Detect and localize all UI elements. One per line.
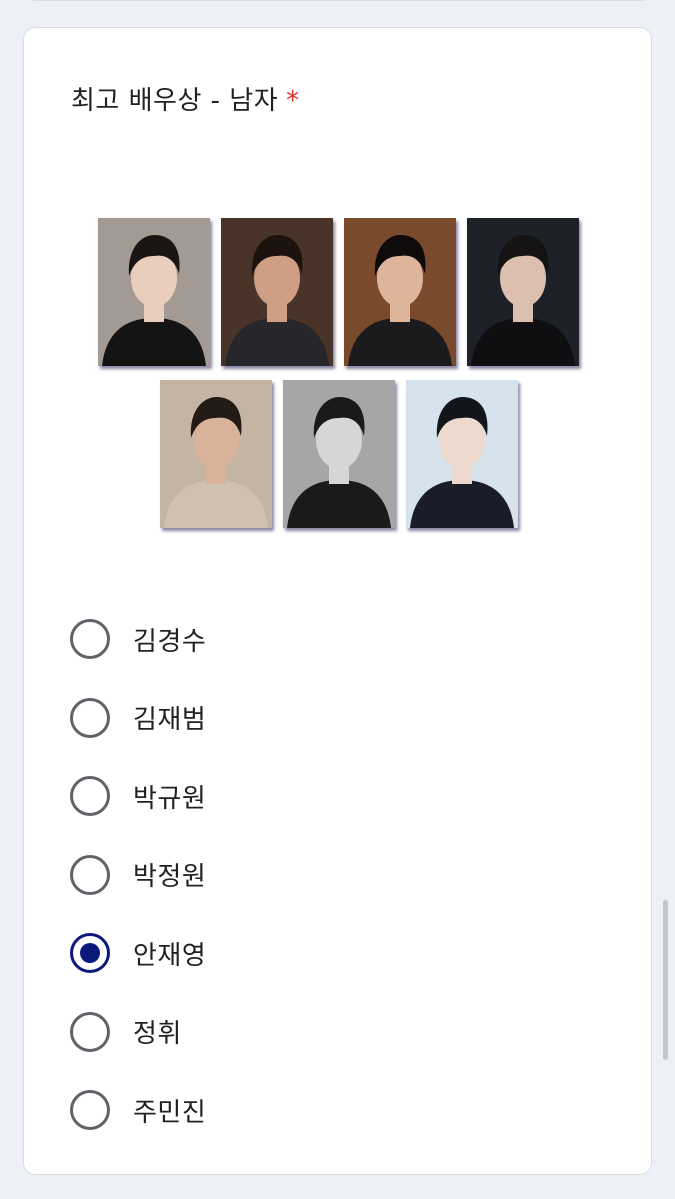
photo-row-top [24, 218, 653, 366]
radio-option-label[interactable]: 김경수 [133, 621, 206, 658]
question-title: 최고 배우상 - 남자 * [71, 80, 300, 117]
radio-option[interactable]: 주민진 [70, 1071, 206, 1150]
question-title-text: 최고 배우상 - 남자 [71, 86, 279, 116]
nominee-photo [159, 380, 272, 528]
question-card: 최고 배우상 - 남자 * 김경수 김재범 박규원 박정원 안재영 정휘 주민진 [23, 27, 652, 1175]
portrait-icon [344, 218, 456, 366]
portrait-icon [282, 380, 395, 528]
radio-option[interactable]: 안재영 [70, 914, 206, 993]
radio-option[interactable]: 박정원 [70, 836, 206, 915]
radio-button[interactable] [70, 619, 110, 660]
radio-option[interactable]: 정휘 [70, 993, 206, 1072]
nominee-photo [405, 380, 518, 528]
radio-option-label[interactable]: 안재영 [133, 935, 206, 972]
radio-option-label[interactable]: 박정원 [133, 856, 206, 893]
radio-option-label[interactable]: 주민진 [133, 1092, 206, 1129]
radio-button[interactable] [70, 854, 110, 895]
radio-option[interactable]: 김경수 [70, 600, 206, 679]
portrait-icon [159, 380, 272, 528]
portrait-icon [221, 218, 333, 366]
radio-option[interactable]: 박규원 [70, 757, 206, 836]
radio-options-list: 김경수 김재범 박규원 박정원 안재영 정휘 주민진 [70, 600, 206, 1150]
radio-option[interactable]: 김재범 [70, 679, 206, 758]
portrait-icon [405, 380, 518, 528]
nominee-photo [98, 218, 210, 366]
radio-option-label[interactable]: 정휘 [133, 1013, 182, 1050]
portrait-icon [98, 218, 210, 366]
radio-button[interactable] [70, 697, 110, 738]
nominee-photo [467, 218, 579, 366]
photo-row-bottom [24, 380, 653, 528]
radio-button[interactable] [70, 1090, 110, 1131]
nominee-photo [221, 218, 333, 366]
radio-selected-dot [80, 943, 100, 964]
previous-question-card [24, 0, 654, 1]
radio-option-label[interactable]: 박규원 [133, 778, 206, 815]
nominee-photo-grid [24, 218, 653, 528]
radio-button[interactable] [70, 1011, 110, 1052]
nominee-photo [282, 380, 395, 528]
required-asterisk: * [286, 86, 300, 116]
scrollbar[interactable] [663, 900, 668, 1060]
radio-button[interactable] [70, 933, 110, 974]
radio-button[interactable] [70, 776, 110, 817]
radio-option-label[interactable]: 김재범 [133, 699, 206, 736]
nominee-photo [344, 218, 456, 366]
portrait-icon [467, 218, 579, 366]
